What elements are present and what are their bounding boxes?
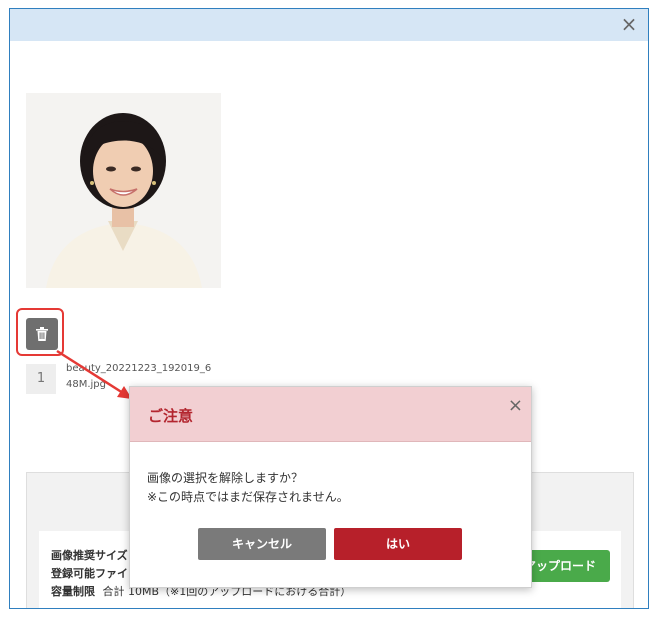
dialog-header: ご注意 × (130, 387, 531, 442)
yes-button[interactable]: はい (334, 528, 462, 560)
dialog-close-icon[interactable]: × (508, 395, 523, 416)
dialog-message: 画像の選択を解除しますか？ ※この時点ではまだ保存されません。 (147, 469, 349, 507)
dialog-title: ご注意 (148, 407, 194, 425)
dialog-message-line1: 画像の選択を解除しますか？ (147, 471, 304, 485)
cancel-button[interactable]: キャンセル (198, 528, 326, 560)
confirm-dialog: ご注意 × 画像の選択を解除しますか？ ※この時点ではまだ保存されません。 キャ… (129, 386, 532, 588)
dialog-message-line2: ※この時点ではまだ保存されません。 (147, 490, 349, 504)
